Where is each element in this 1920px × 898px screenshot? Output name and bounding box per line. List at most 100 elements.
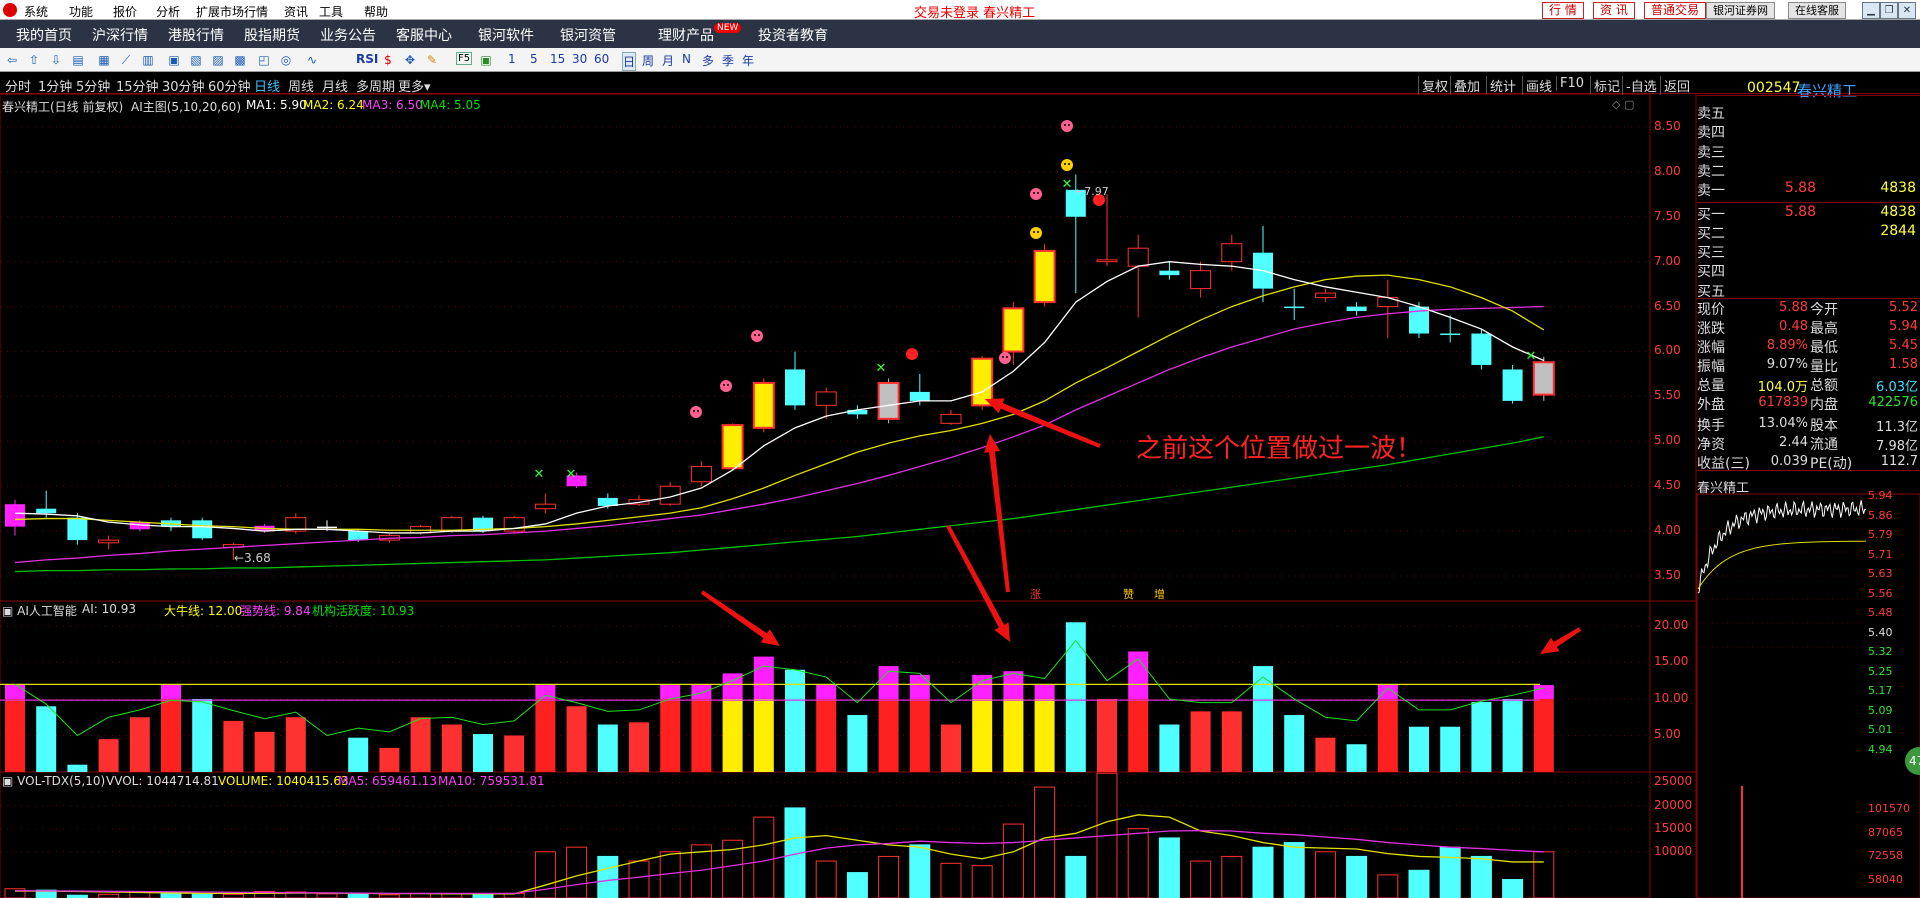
down-icon[interactable]: ⇩ <box>48 52 64 68</box>
system-menu-item[interactable]: 资讯 <box>284 3 308 20</box>
restore-icon[interactable]: ❐ <box>1880 2 1898 19</box>
nav-item[interactable]: 沪深行情 <box>92 25 148 45</box>
window-icon[interactable]: ◰ <box>256 52 272 68</box>
kline-icon[interactable]: ▥ <box>140 52 156 68</box>
ma2-line <box>14 274 1545 531</box>
candle-body <box>1190 270 1212 290</box>
period-tab[interactable]: 日线 <box>254 76 280 95</box>
wave-icon[interactable]: ∿ <box>304 52 320 68</box>
period-toolbar-button[interactable]: 日 <box>622 52 637 71</box>
nav-item[interactable]: 投资者教育 <box>758 25 828 45</box>
nav-item[interactable]: 银河资管 <box>560 25 616 45</box>
period-tab[interactable]: 月线 <box>322 76 348 95</box>
period-tab[interactable]: 60分钟 <box>208 76 251 95</box>
online-service-button[interactable]: 在线客服 <box>1788 2 1846 19</box>
sector-icon[interactable]: ▧ <box>188 52 204 68</box>
system-menu-item[interactable]: 扩展市场行情 <box>196 3 268 20</box>
order-level-label: 卖一 <box>1697 183 1725 200</box>
candle <box>752 378 775 433</box>
ai-bar-base <box>473 734 493 772</box>
period-tab[interactable]: 1分钟 <box>38 76 72 95</box>
period-toolbar-button[interactable]: 周 <box>642 52 654 69</box>
back-icon[interactable]: ⇦ <box>4 52 20 68</box>
minimize-icon[interactable]: ▁ <box>1862 2 1880 19</box>
system-menu-item[interactable]: 报价 <box>113 3 137 20</box>
period-tab[interactable]: 多周期 <box>356 76 395 95</box>
f5-button[interactable]: F5 <box>456 52 473 65</box>
price-axis-tick: 4.50 <box>1654 478 1681 493</box>
chart-tool-button[interactable]: 画线 <box>1522 76 1552 95</box>
nav-item[interactable]: 港股行情 <box>168 25 224 45</box>
system-menu-item[interactable]: 功能 <box>69 3 93 20</box>
close-icon[interactable]: ✕ <box>1898 2 1916 19</box>
day-count-button[interactable]: 15 <box>550 52 565 66</box>
chart-tool-button[interactable]: 复权 <box>1418 76 1448 95</box>
rsi-button[interactable]: RSI <box>356 52 378 66</box>
period-tab[interactable]: 15分钟 <box>116 76 159 95</box>
nav-item[interactable]: 理财产品 <box>658 25 714 45</box>
volume-bar <box>597 855 619 898</box>
info-button[interactable]: 资 讯 <box>1593 2 1635 19</box>
system-menu-item[interactable]: 帮助 <box>364 3 388 20</box>
chart-tool-button[interactable]: 统计 <box>1486 76 1516 95</box>
ai-bar <box>972 674 993 772</box>
quote-button[interactable]: 行 情 <box>1542 2 1584 19</box>
system-menu-item[interactable]: 分析 <box>156 3 180 20</box>
day-count-button[interactable]: 30 <box>572 52 587 66</box>
refresh-icon[interactable]: ▣ <box>478 52 494 68</box>
ai-bar-base <box>1190 711 1211 772</box>
period-toolbar-button[interactable]: 多 <box>702 52 714 69</box>
candle <box>877 378 900 424</box>
stat-label: 涨跌 <box>1697 321 1725 337</box>
period-tab[interactable]: 更多▾ <box>398 76 431 95</box>
period-tab[interactable]: 分时 <box>5 76 31 95</box>
app-logo-icon[interactable] <box>3 3 17 17</box>
trade-button[interactable]: 普通交易 <box>1644 2 1707 19</box>
up-icon[interactable]: ⇧ <box>26 52 42 68</box>
nav-item[interactable]: 客服中心 <box>396 25 452 45</box>
day-count-button[interactable]: 1 <box>508 52 516 66</box>
period-toolbar-button[interactable]: 月 <box>662 52 674 69</box>
list-icon[interactable]: ▤ <box>70 52 86 68</box>
period-tab[interactable]: 5分钟 <box>76 76 110 95</box>
chart-tool-button[interactable]: 叠加 <box>1450 76 1480 95</box>
nav-menu: 我的首页 沪深行情 港股行情 股指期货 业务公告 客服中心 银河软件 银河资管 理财产品 投资者教… <box>0 20 1920 48</box>
order-book-row: 卖四 <box>1697 122 1920 141</box>
volume-bar <box>1439 846 1461 898</box>
system-menu-item[interactable]: 工具 <box>319 3 343 20</box>
chart-tool-button[interactable]: -自选 <box>1622 76 1657 95</box>
news-icon[interactable]: ▨ <box>210 52 226 68</box>
ai-bar-base <box>1346 744 1367 772</box>
period-toolbar-button[interactable]: N <box>682 52 691 66</box>
chart-tool-button[interactable]: F10 <box>1556 76 1584 91</box>
nav-item[interactable]: 业务公告 <box>320 25 376 45</box>
grid-icon[interactable]: ▦ <box>96 52 112 68</box>
candle-body <box>1284 306 1305 309</box>
ai-bar-base <box>410 717 431 772</box>
mini-price-line <box>1697 499 1867 594</box>
period-toolbar-button[interactable]: 季 <box>722 52 734 69</box>
volume-bar <box>628 860 650 898</box>
nav-item[interactable]: 我的首页 <box>16 25 72 45</box>
compare-icon[interactable]: ▣ <box>166 52 182 68</box>
broker-site-button[interactable]: 银河证券网 <box>1706 2 1775 19</box>
system-menu-item[interactable]: 系统 <box>24 3 48 20</box>
ai-bar-base <box>1253 698 1273 772</box>
chart-tool-button[interactable]: 标记 <box>1590 76 1620 95</box>
chart-tool-button[interactable]: 返回 <box>1660 76 1690 95</box>
nav-item[interactable]: 银河软件 <box>478 25 534 45</box>
period-toolbar-button[interactable]: 年 <box>742 52 754 69</box>
draw-pen-icon[interactable]: ✎ <box>424 52 440 68</box>
ai-value: AI: 10.93 <box>82 602 136 616</box>
money-icon[interactable]: $ <box>380 52 396 68</box>
line-chart-icon[interactable]: ⟋ <box>118 52 134 68</box>
period-tab[interactable]: 30分钟 <box>162 76 205 95</box>
period-tab[interactable]: 周线 <box>288 76 314 95</box>
day-count-button[interactable]: 5 <box>530 52 538 66</box>
finance-icon[interactable]: ▩ <box>232 52 248 68</box>
vol-axis-tick: 20000 <box>1654 797 1693 812</box>
nav-item[interactable]: 股指期货 <box>244 25 300 45</box>
day-count-button[interactable]: 60 <box>594 52 609 66</box>
move-icon[interactable]: ✥ <box>402 52 418 68</box>
target-icon[interactable]: ◎ <box>278 52 294 68</box>
